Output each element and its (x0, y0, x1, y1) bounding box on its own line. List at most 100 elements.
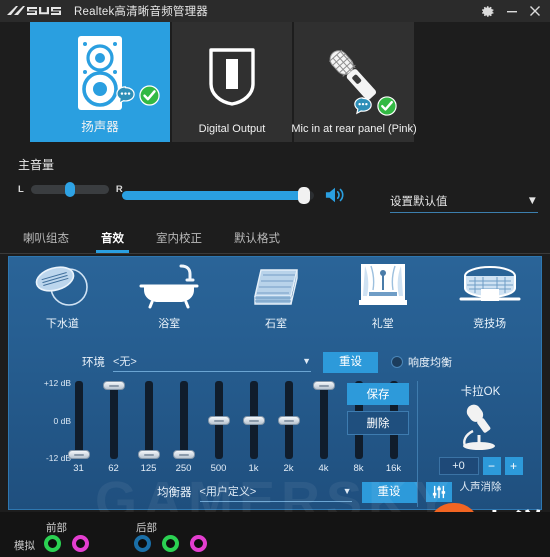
equalizer-band-slider[interactable] (207, 381, 230, 459)
device-tab-mic-in[interactable]: Mic in at rear panel (Pink) (291, 22, 417, 142)
bathtub-icon (136, 261, 202, 311)
equalizer-band-thumb[interactable] (67, 450, 90, 459)
preset-bathroom[interactable]: 浴室 (116, 261, 223, 339)
equalizer-band-label: 8k (353, 463, 364, 474)
volume-slider[interactable] (122, 186, 314, 204)
device-badges (115, 85, 160, 106)
analog-label: 模拟 (14, 540, 35, 552)
device-tab-label: Digital Output (198, 123, 266, 135)
desk-microphone-icon (418, 399, 543, 455)
equalizer-band-slider[interactable] (277, 381, 300, 459)
tab-speaker-config[interactable]: 喇叭组态 (18, 226, 74, 252)
jack-front-pink[interactable] (72, 535, 89, 552)
front-jacks (44, 535, 89, 552)
equalizer-band-thumb[interactable] (102, 381, 125, 390)
balance-slider-thumb[interactable] (64, 182, 75, 197)
equalizer-band-label: 62 (108, 463, 119, 474)
sliders-icon[interactable] (425, 482, 452, 502)
equalizer-band-250: 250 (166, 381, 201, 477)
microphone-icon (294, 30, 414, 123)
connector-bar: 模拟 前部 后部 (0, 512, 550, 557)
equalizer-band-62: 62 (96, 381, 131, 477)
set-default-dropdown[interactable]: 设置默认值 ▼ (390, 193, 538, 213)
loudness-equalization-checkbox[interactable]: 响度均衡 (391, 354, 452, 370)
chevron-down-icon: ▼ (342, 485, 352, 496)
equalizer-label: 均衡器 (157, 487, 192, 499)
equalizer-band-slider[interactable] (67, 381, 90, 459)
checkbox-icon (391, 356, 403, 368)
equalizer-band-slider[interactable] (312, 381, 335, 459)
preset-auditorium[interactable]: 礼堂 (329, 261, 436, 339)
tab-sound-effects[interactable]: 音效 (96, 226, 129, 253)
equalizer-band-slider[interactable] (172, 381, 195, 459)
environment-reset-button[interactable]: 重设 (323, 351, 378, 373)
equalizer-reset-button[interactable]: 重设 (361, 481, 417, 503)
device-selector: 扬声器 Digital Output Mic in at rear panel … (0, 22, 550, 142)
equalizer-reset-label: 重设 (377, 485, 401, 498)
equalizer-band-thumb[interactable] (172, 450, 195, 459)
device-tab-speaker[interactable]: 扬声器 (30, 22, 170, 142)
close-icon[interactable] (529, 5, 541, 17)
preset-sewer[interactable]: 下水道 (9, 261, 116, 339)
auditorium-icon (355, 261, 411, 311)
tab-label: 室内校正 (156, 233, 202, 245)
equalizer-preset-dropdown[interactable]: <用户定义> ▼ (199, 483, 352, 502)
chat-badge-icon (353, 96, 374, 117)
environment-reset-label: 重设 (339, 355, 362, 368)
equalizer-band-1k: 1k (236, 381, 271, 477)
equalizer-band-slider[interactable] (102, 381, 125, 459)
equalizer-band-label: 2k (283, 463, 294, 474)
equalizer-band-thumb[interactable] (312, 381, 335, 390)
environment-value: <无> (113, 355, 137, 368)
equalizer-band-slider[interactable] (242, 381, 265, 459)
delete-button[interactable]: 删除 (347, 411, 409, 435)
karaoke-pitch-increment-button[interactable]: + (504, 457, 523, 475)
equalizer-band-125: 125 (131, 381, 166, 477)
equalizer-preset-row: 均衡器 <用户定义> ▼ 重设 (9, 479, 543, 505)
volume-slider-fill (122, 190, 305, 200)
preset-label: 石室 (264, 318, 287, 330)
preset-stone-room[interactable]: 石室 (223, 261, 330, 339)
jack-front-green[interactable] (44, 535, 61, 552)
master-volume-title: 主音量 (18, 158, 55, 172)
check-badge-icon (139, 85, 160, 106)
chevron-down-icon: ▼ (526, 195, 538, 207)
gear-icon[interactable] (482, 5, 495, 18)
equalizer-band-thumb[interactable] (277, 415, 300, 425)
preset-arena[interactable]: 竞技场 (436, 261, 543, 339)
volume-slider-thumb[interactable] (298, 186, 311, 204)
equalizer-band-label: 31 (73, 463, 84, 474)
sewer-icon (29, 261, 95, 311)
speaker-volume-icon[interactable] (324, 185, 346, 205)
minimize-icon[interactable] (506, 5, 518, 17)
equalizer-band-label: 1k (248, 463, 259, 474)
equalizer-band-thumb[interactable] (137, 450, 160, 459)
equalizer-actions: 保存 删除 (347, 383, 409, 435)
save-label: 保存 (366, 389, 390, 401)
environment-row: 环境 <无> ▼ 重设 响度均衡 (9, 349, 543, 375)
save-button[interactable]: 保存 (347, 383, 409, 405)
environment-dropdown[interactable]: <无> ▼ (113, 353, 311, 372)
balance-slider[interactable] (30, 182, 109, 197)
tab-room-correction[interactable]: 室内校正 (151, 226, 207, 252)
jack-rear-pink[interactable] (190, 535, 207, 552)
equalizer-band-2k: 2k (271, 381, 306, 477)
equalizer-band-thumb[interactable] (207, 415, 230, 425)
equalizer-band-label: 500 (210, 463, 227, 474)
preset-label: 浴室 (158, 318, 181, 330)
equalizer-band-thumb[interactable] (242, 415, 265, 425)
window-title: Realtek高清晰音频管理器 (74, 6, 208, 18)
equalizer-band-label: 16k (385, 463, 402, 474)
rear-label: 后部 (136, 522, 157, 534)
device-tab-digital-output[interactable]: Digital Output (172, 22, 292, 142)
chat-badge-icon (115, 85, 136, 106)
tab-default-format[interactable]: 默认格式 (229, 226, 285, 252)
karaoke-pitch-decrement-button[interactable]: − (482, 457, 501, 475)
preset-label: 礼堂 (371, 318, 394, 330)
karaoke-pitch-value[interactable]: +0 (438, 457, 479, 475)
device-tab-label: 扬声器 (81, 120, 119, 134)
jack-rear-green[interactable] (162, 535, 179, 552)
equalizer-band-slider[interactable] (137, 381, 160, 459)
balance-left-label: L (18, 184, 24, 195)
jack-rear-blue[interactable] (134, 535, 151, 552)
